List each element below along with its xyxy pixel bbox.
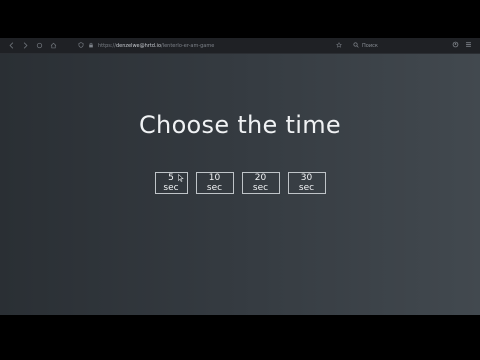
search-placeholder: Поиск bbox=[362, 43, 378, 49]
time-options: 5 sec 10 sec 20 sec 30 sec bbox=[0, 172, 480, 194]
star-icon[interactable] bbox=[336, 41, 342, 50]
mouse-cursor-icon bbox=[178, 167, 184, 182]
account-icon[interactable] bbox=[452, 41, 459, 50]
menu-icon[interactable] bbox=[465, 41, 472, 50]
time-button-20-sec[interactable]: 20 sec bbox=[241, 172, 280, 194]
reload-icon[interactable] bbox=[34, 41, 44, 51]
time-button-10-sec[interactable]: 10 sec bbox=[195, 172, 234, 194]
forward-icon[interactable] bbox=[20, 41, 30, 51]
home-icon[interactable] bbox=[48, 41, 58, 51]
page-content: Choose the time 5 sec 10 sec 20 sec 30 s… bbox=[0, 54, 480, 315]
browser-search[interactable]: Поиск bbox=[336, 41, 420, 51]
url-domain: denzelwe@hrtd.io bbox=[115, 43, 162, 49]
browser-toolbar: https://denzelwe@hrtd.io/lenterlo-er-am-… bbox=[0, 38, 480, 54]
address-bar[interactable]: https://denzelwe@hrtd.io/lenterlo-er-am-… bbox=[78, 41, 318, 51]
page-title: Choose the time bbox=[139, 111, 341, 139]
toolbar-icons bbox=[452, 41, 472, 50]
search-icon bbox=[353, 42, 359, 50]
url-path: /lenterlo-er-am-game bbox=[161, 43, 215, 49]
time-button-30-sec[interactable]: 30 sec bbox=[287, 172, 326, 194]
url-prefix: https:// bbox=[98, 43, 116, 49]
back-icon[interactable] bbox=[6, 41, 16, 51]
lock-icon bbox=[88, 42, 94, 50]
shield-icon bbox=[78, 42, 84, 50]
video-frame: https://denzelwe@hrtd.io/lenterlo-er-am-… bbox=[0, 0, 480, 360]
